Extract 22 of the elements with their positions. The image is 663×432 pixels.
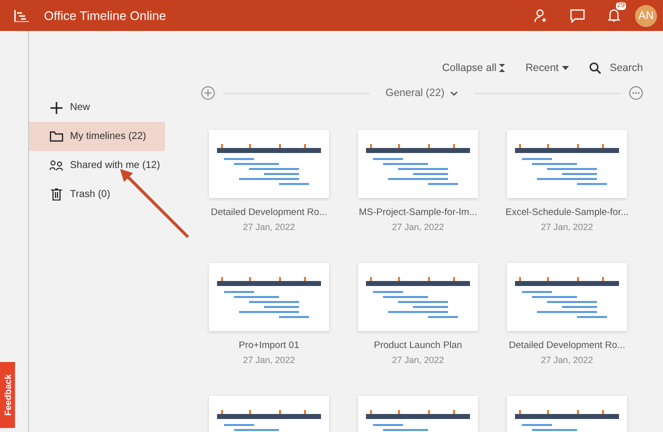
timeline-title[interactable]: Excel-Schedule-Sample-for... xyxy=(505,207,629,218)
timeline-title[interactable]: Pro+Import 01 xyxy=(238,340,300,351)
collapse-all-button[interactable]: Collapse all xyxy=(442,61,506,75)
sidebar-item[interactable]: New xyxy=(29,93,165,122)
timeline-date: 27 Jan, 2022 xyxy=(392,355,444,365)
timeline-date: 27 Jan, 2022 xyxy=(392,222,444,232)
group-toggle[interactable]: General (22) xyxy=(378,87,466,99)
timeline-date: 27 Jan, 2022 xyxy=(540,355,594,365)
sidebar-item[interactable]: My timelines (22) xyxy=(29,122,165,151)
app-title: Office Timeline Online xyxy=(44,8,166,22)
sidebar-item[interactable]: Trash (0) xyxy=(29,180,165,209)
search-button[interactable]: Search xyxy=(588,61,643,75)
timeline-title[interactable]: Product Launch Plan xyxy=(374,340,462,351)
timeline-date: 27 Jan, 2022 xyxy=(242,355,296,365)
sort-dropdown[interactable]: Recent xyxy=(525,61,569,75)
timeline-title[interactable]: MS-Project-Sample-for-Im... xyxy=(358,207,478,218)
timeline-title[interactable]: Detailed Development Ro... xyxy=(508,340,626,351)
timeline-date: 27 Jan, 2022 xyxy=(242,222,296,232)
sidebar-item[interactable]: Shared with me (12) xyxy=(29,151,165,180)
timeline-date: 27 Jan, 2022 xyxy=(540,222,594,232)
feedback-tab[interactable]: Feedback xyxy=(0,362,15,428)
timeline-title[interactable]: Detailed Development Ro... xyxy=(210,207,328,218)
